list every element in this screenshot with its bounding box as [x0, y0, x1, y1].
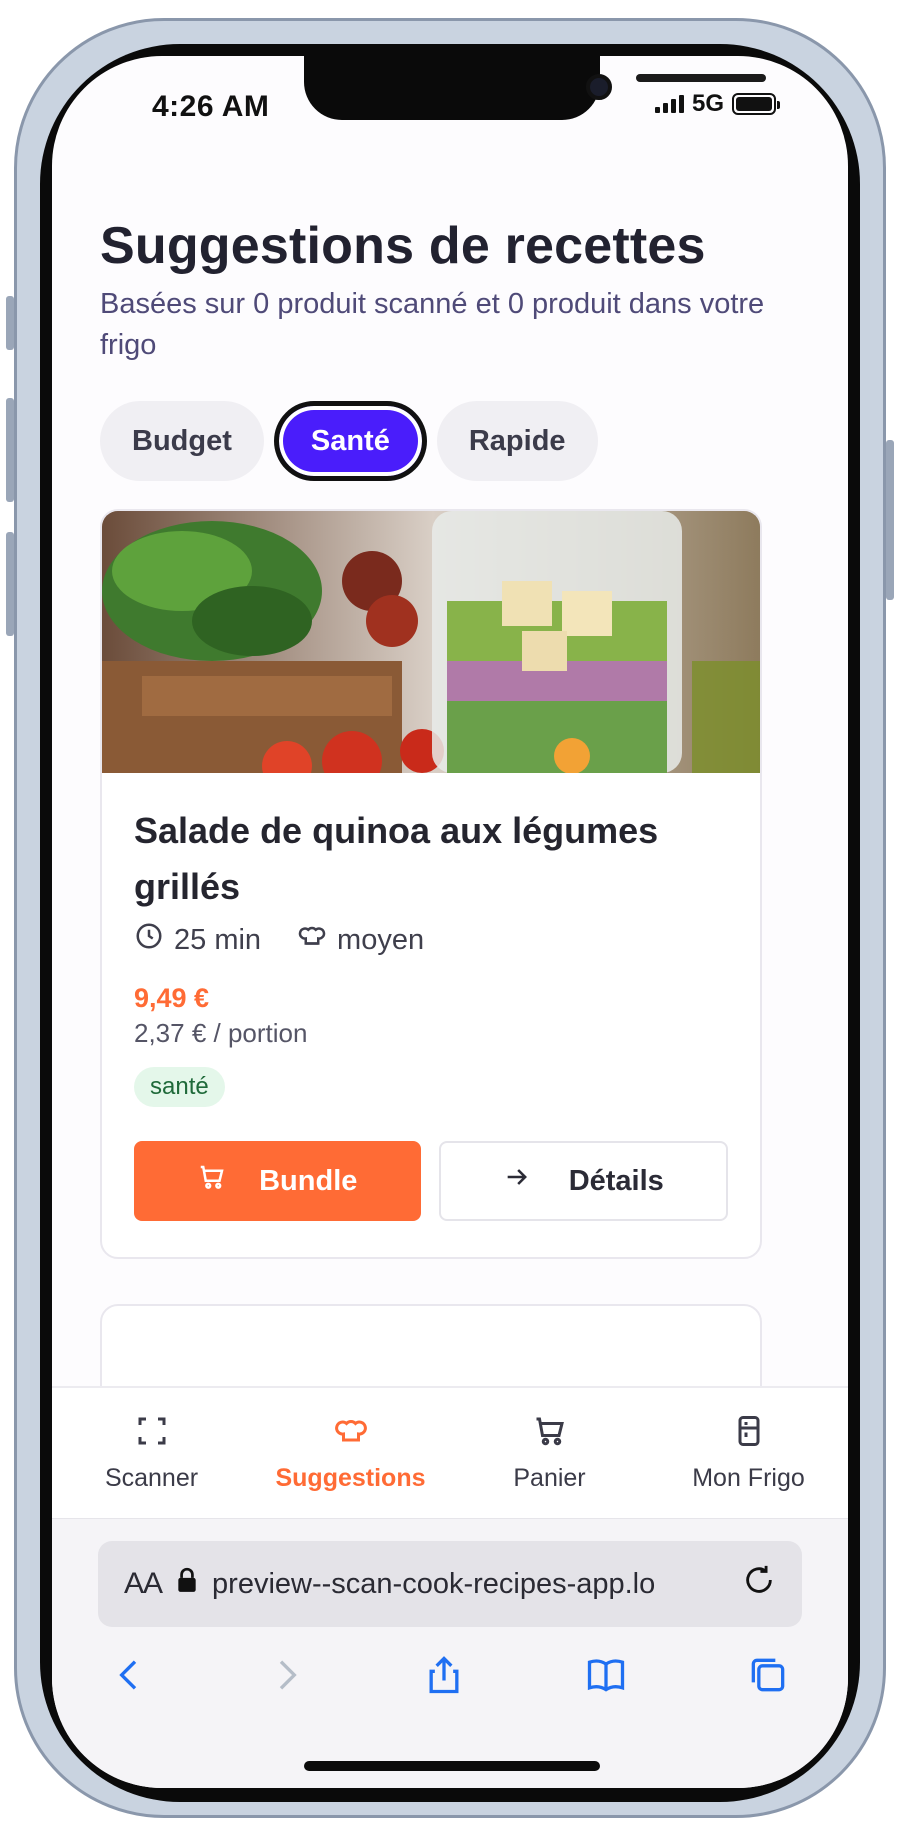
- screen: 4:26 AM 5G Suggestions de recettes Basée…: [52, 56, 848, 1788]
- recipe-price-per-portion: 2,37 € / portion: [134, 1018, 308, 1048]
- back-icon[interactable]: [110, 1653, 150, 1702]
- tabs-icon[interactable]: [746, 1653, 790, 1702]
- recipe-tag: santé: [134, 1067, 225, 1107]
- nav-item-panier[interactable]: Panier: [450, 1388, 649, 1518]
- recipe-card[interactable]: Salade de quinoa aux légumes grillés 25 …: [100, 509, 762, 1259]
- recipe-price: 9,49 €: [134, 983, 210, 1013]
- volume-up-button: [6, 398, 14, 502]
- browser-toolbar: [52, 1651, 848, 1704]
- recipe-time-value: 25 min: [174, 923, 262, 956]
- bundle-button[interactable]: Bundle: [134, 1141, 421, 1221]
- arrow-right-icon: [503, 1163, 531, 1199]
- front-camera: [586, 74, 612, 100]
- reader-text-size-button[interactable]: AA: [124, 1567, 163, 1601]
- filter-chip-rapide[interactable]: Rapide: [436, 401, 598, 481]
- nav-label-panier: Panier: [513, 1464, 586, 1492]
- fridge-icon: [731, 1413, 767, 1456]
- notch: [304, 56, 766, 120]
- details-button-label: Détails: [568, 1164, 664, 1197]
- bookmarks-icon[interactable]: [582, 1653, 630, 1702]
- home-indicator: [304, 1761, 600, 1771]
- bundle-button-label: Bundle: [259, 1164, 358, 1197]
- clock-icon: [134, 921, 164, 959]
- network-type: 5G: [691, 90, 724, 117]
- page-subtitle: Basées sur 0 produit scanné et 0 produit…: [100, 288, 765, 361]
- bottom-nav: Scanner Suggestions Panier Mon Frigo: [52, 1386, 848, 1518]
- chef-hat-icon: [297, 921, 327, 959]
- nav-item-suggestions[interactable]: Suggestions: [251, 1388, 450, 1518]
- recipe-image: [102, 511, 760, 773]
- filter-chip-budget[interactable]: Budget: [100, 401, 264, 481]
- status-time: 4:26 AM: [152, 90, 270, 123]
- recipe-difficulty: moyen: [297, 921, 424, 959]
- share-icon[interactable]: [422, 1651, 466, 1704]
- forward-icon[interactable]: [266, 1653, 306, 1702]
- page-title: Suggestions de recettes: [100, 217, 706, 275]
- browser-chrome: AA preview--scan-cook-recipes-app.lo: [52, 1518, 848, 1788]
- nav-label-suggestions: Suggestions: [275, 1464, 426, 1492]
- reload-icon[interactable]: [742, 1563, 776, 1605]
- scan-icon: [134, 1413, 170, 1456]
- signal-icon: [654, 95, 684, 113]
- recipe-actions: Bundle Détails: [134, 1141, 728, 1221]
- recipe-difficulty-value: moyen: [337, 923, 425, 956]
- nav-label-mon-frigo: Mon Frigo: [692, 1464, 805, 1492]
- url-text: preview--scan-cook-recipes-app.lo: [212, 1567, 656, 1600]
- lock-icon: [176, 1567, 198, 1601]
- recipe-card-body: Salade de quinoa aux légumes grillés 25 …: [102, 773, 760, 1251]
- recipe-title: Salade de quinoa aux légumes grillés: [134, 810, 659, 907]
- recipe-time: 25 min: [134, 921, 261, 959]
- cart-icon: [197, 1162, 227, 1200]
- details-button[interactable]: Détails: [438, 1141, 728, 1221]
- address-bar[interactable]: AA preview--scan-cook-recipes-app.lo: [98, 1541, 802, 1627]
- cart-icon: [532, 1413, 568, 1456]
- battery-icon: [732, 93, 780, 115]
- chef-hat-icon: [333, 1413, 369, 1456]
- filter-chips: Budget Santé Rapide: [100, 401, 598, 481]
- salad-jar-illustration: [102, 511, 760, 773]
- nav-item-scanner[interactable]: Scanner: [52, 1388, 251, 1518]
- silent-switch: [6, 296, 14, 350]
- power-button: [886, 440, 894, 600]
- nav-label-scanner: Scanner: [104, 1464, 199, 1492]
- status-indicators: 5G: [654, 90, 780, 118]
- volume-down-button: [6, 532, 14, 636]
- recipe-meta: 25 min moyen: [134, 921, 728, 959]
- earpiece-speaker: [636, 74, 766, 82]
- nav-item-mon-frigo[interactable]: Mon Frigo: [649, 1388, 848, 1518]
- filter-chip-sante[interactable]: Santé: [273, 401, 427, 481]
